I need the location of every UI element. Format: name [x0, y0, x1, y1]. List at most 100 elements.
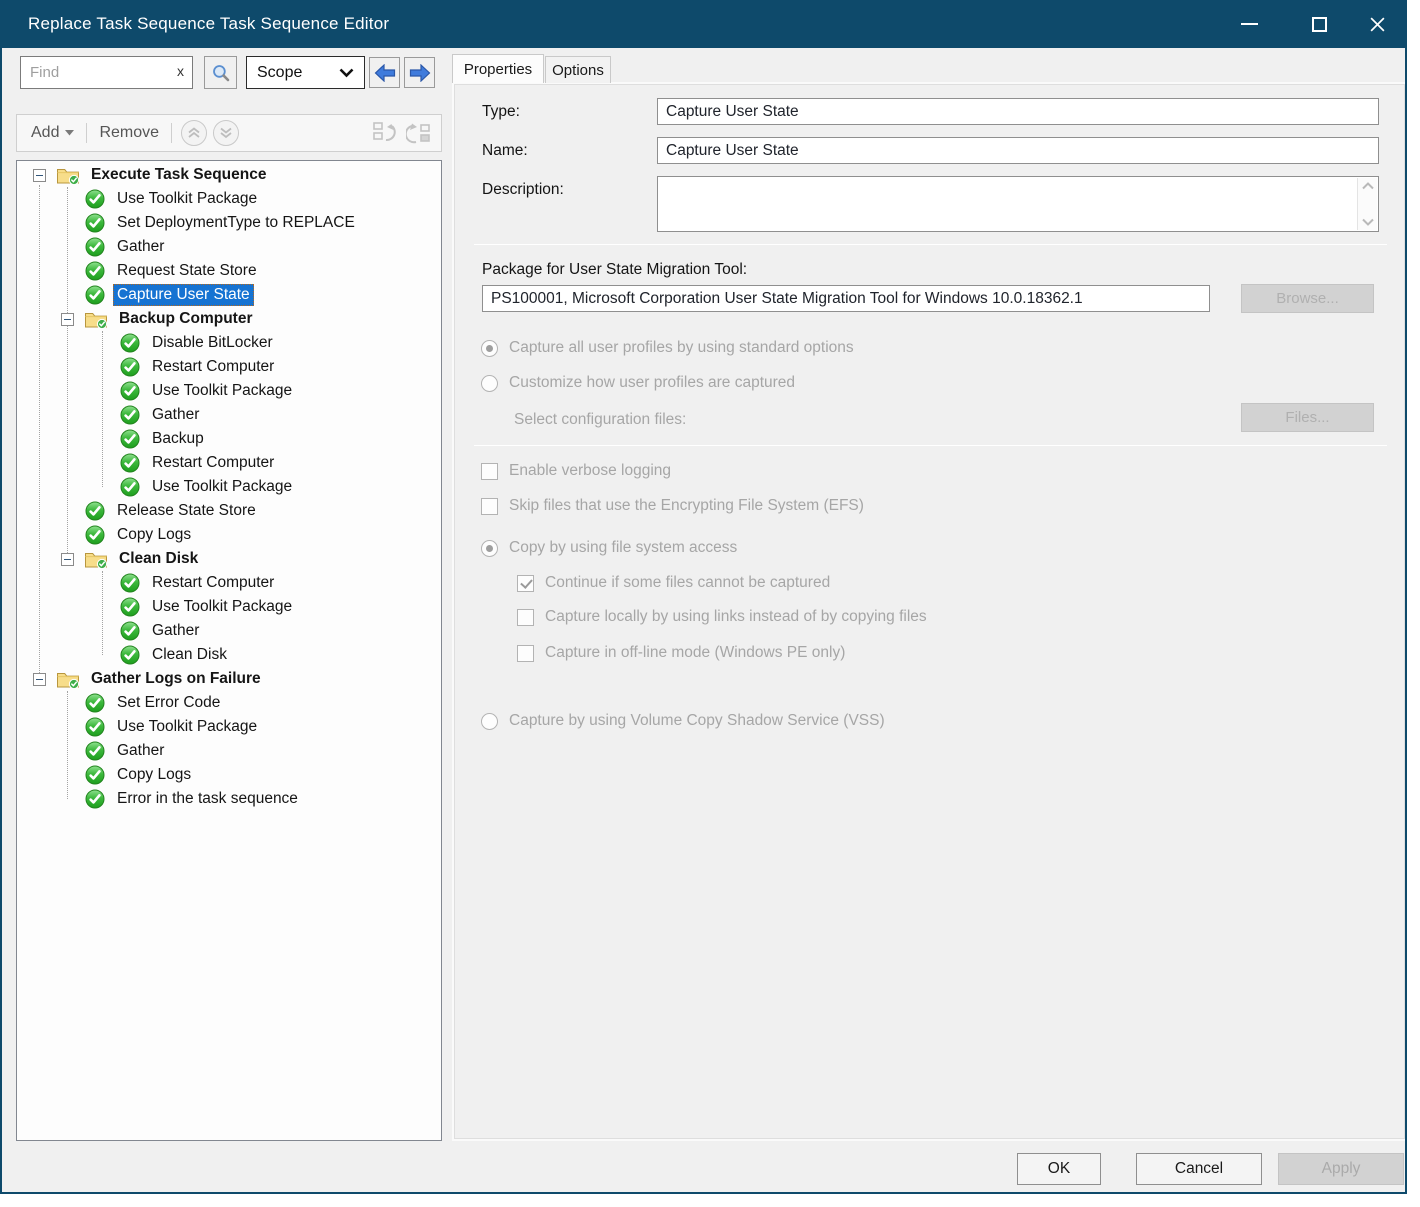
tree-item[interactable]: Backup — [17, 427, 441, 451]
apply-button[interactable]: Apply — [1278, 1153, 1404, 1185]
add-button[interactable]: Add — [25, 124, 80, 142]
minimize-button[interactable] — [1221, 0, 1277, 48]
move-down-button[interactable] — [213, 120, 239, 146]
capture-links-checkbox[interactable]: Capture locally by using links instead o… — [517, 608, 927, 626]
remove-button[interactable]: Remove — [93, 124, 165, 142]
scope-dropdown[interactable]: Scope — [246, 56, 365, 89]
tree-item-label[interactable]: Use Toolkit Package — [113, 188, 261, 210]
ok-button[interactable]: OK — [1017, 1153, 1101, 1185]
clear-find-icon[interactable]: x — [177, 63, 184, 79]
tree-item-label[interactable]: Use Toolkit Package — [148, 380, 296, 402]
tree-collapse-toggle[interactable] — [33, 169, 46, 182]
tree-item[interactable]: Gather — [17, 619, 441, 643]
tree-item-label[interactable]: Capture User State — [113, 284, 254, 306]
tree-item-label[interactable]: Clean Disk — [148, 644, 231, 666]
select-config-files-label: Select configuration files: — [514, 411, 686, 429]
tree-item[interactable]: Gather Logs on Failure — [17, 667, 441, 691]
tree-item[interactable]: Request State Store — [17, 259, 441, 283]
name-field[interactable]: Capture User State — [657, 137, 1379, 164]
tree-item-label[interactable]: Set Error Code — [113, 692, 224, 714]
tree-item-label[interactable]: Release State Store — [113, 500, 260, 522]
tree-item[interactable]: Restart Computer — [17, 571, 441, 595]
tree-item[interactable]: Use Toolkit Package — [17, 715, 441, 739]
tree-item[interactable]: Set DeploymentType to REPLACE — [17, 211, 441, 235]
step-check-icon — [85, 525, 105, 545]
capture-all-profiles-radio[interactable]: Capture all user profiles by using stand… — [481, 339, 854, 357]
copy-file-system-radio[interactable]: Copy by using file system access — [481, 539, 737, 557]
tree-item[interactable]: Clean Disk — [17, 547, 441, 571]
find-input[interactable] — [20, 56, 193, 89]
tree-item[interactable]: Use Toolkit Package — [17, 595, 441, 619]
tree-item-label[interactable]: Clean Disk — [115, 548, 202, 570]
scroll-down-icon[interactable] — [1362, 218, 1374, 226]
tree-item-label[interactable]: Gather Logs on Failure — [87, 668, 265, 690]
tree-item[interactable]: Set Error Code — [17, 691, 441, 715]
offline-mode-checkbox[interactable]: Capture in off-line mode (Windows PE onl… — [517, 644, 845, 662]
step-check-icon — [120, 405, 140, 425]
tree-item[interactable]: Capture User State — [17, 283, 441, 307]
step-check-icon — [85, 765, 105, 785]
tree-item-label[interactable]: Restart Computer — [148, 572, 278, 594]
tree-item-label[interactable]: Backup — [148, 428, 208, 450]
tree-item[interactable]: Use Toolkit Package — [17, 379, 441, 403]
description-scrollbar[interactable] — [1357, 178, 1377, 230]
verbose-logging-checkbox[interactable]: Enable verbose logging — [481, 462, 671, 480]
tree-item-label[interactable]: Request State Store — [113, 260, 261, 282]
task-sequence-tree[interactable]: Execute Task SequenceUse Toolkit Package… — [16, 160, 442, 1141]
tree-item-label[interactable]: Gather — [148, 404, 203, 426]
tree-item[interactable]: Copy Logs — [17, 763, 441, 787]
vss-capture-radio[interactable]: Capture by using Volume Copy Shadow Serv… — [481, 712, 885, 730]
tree-item[interactable]: Release State Store — [17, 499, 441, 523]
tree-item-label[interactable]: Execute Task Sequence — [87, 164, 270, 186]
tree-item[interactable]: Use Toolkit Package — [17, 475, 441, 499]
tree-item[interactable]: Use Toolkit Package — [17, 187, 441, 211]
tree-item-label[interactable]: Use Toolkit Package — [148, 476, 296, 498]
find-previous-button[interactable] — [369, 57, 400, 88]
tree-item-label[interactable]: Use Toolkit Package — [148, 596, 296, 618]
files-button[interactable]: Files... — [1241, 403, 1374, 432]
maximize-button[interactable] — [1291, 0, 1347, 48]
revert-steps-icon[interactable] — [371, 120, 398, 146]
package-field[interactable]: PS100001, Microsoft Corporation User Sta… — [482, 285, 1210, 312]
scroll-up-icon[interactable] — [1362, 182, 1374, 190]
tree-item-label[interactable]: Gather — [148, 620, 203, 642]
continue-capture-checkbox[interactable]: Continue if some files cannot be capture… — [517, 574, 830, 592]
close-button[interactable] — [1349, 0, 1405, 48]
tree-item[interactable]: Restart Computer — [17, 451, 441, 475]
reorder-steps-icon[interactable] — [406, 120, 433, 146]
browse-button[interactable]: Browse... — [1241, 284, 1374, 313]
tree-item[interactable]: Execute Task Sequence — [17, 163, 441, 187]
move-up-button[interactable] — [181, 120, 207, 146]
tree-item[interactable]: Gather — [17, 235, 441, 259]
tree-item-label[interactable]: Copy Logs — [113, 764, 195, 786]
tree-item[interactable]: Clean Disk — [17, 643, 441, 667]
tree-item-label[interactable]: Set DeploymentType to REPLACE — [113, 212, 359, 234]
tree-item-label[interactable]: Copy Logs — [113, 524, 195, 546]
tree-item-label[interactable]: Gather — [113, 740, 168, 762]
tree-item-label[interactable]: Restart Computer — [148, 356, 278, 378]
tree-item-label[interactable]: Error in the task sequence — [113, 788, 302, 810]
tree-item[interactable]: Backup Computer — [17, 307, 441, 331]
tree-item[interactable]: Error in the task sequence — [17, 787, 441, 811]
tree-collapse-toggle[interactable] — [33, 673, 46, 686]
tree-item-label[interactable]: Restart Computer — [148, 452, 278, 474]
tree-item-label[interactable]: Backup Computer — [115, 308, 257, 330]
skip-efs-checkbox[interactable]: Skip files that use the Encrypting File … — [481, 497, 864, 515]
tab-properties[interactable]: Properties — [452, 54, 544, 83]
tree-item[interactable]: Restart Computer — [17, 355, 441, 379]
tree-item[interactable]: Disable BitLocker — [17, 331, 441, 355]
tree-collapse-toggle[interactable] — [61, 553, 74, 566]
tree-item-label[interactable]: Use Toolkit Package — [113, 716, 261, 738]
find-next-button[interactable] — [404, 57, 435, 88]
tree-item[interactable]: Copy Logs — [17, 523, 441, 547]
tree-item[interactable]: Gather — [17, 739, 441, 763]
search-button[interactable] — [204, 56, 237, 89]
description-field[interactable] — [657, 176, 1379, 232]
tree-item-label[interactable]: Gather — [113, 236, 168, 258]
tree-item-label[interactable]: Disable BitLocker — [148, 332, 277, 354]
customize-profiles-radio[interactable]: Customize how user profiles are captured — [481, 374, 795, 392]
tree-collapse-toggle[interactable] — [61, 313, 74, 326]
tree-item[interactable]: Gather — [17, 403, 441, 427]
cancel-button[interactable]: Cancel — [1136, 1153, 1262, 1185]
tab-options[interactable]: Options — [545, 56, 611, 83]
